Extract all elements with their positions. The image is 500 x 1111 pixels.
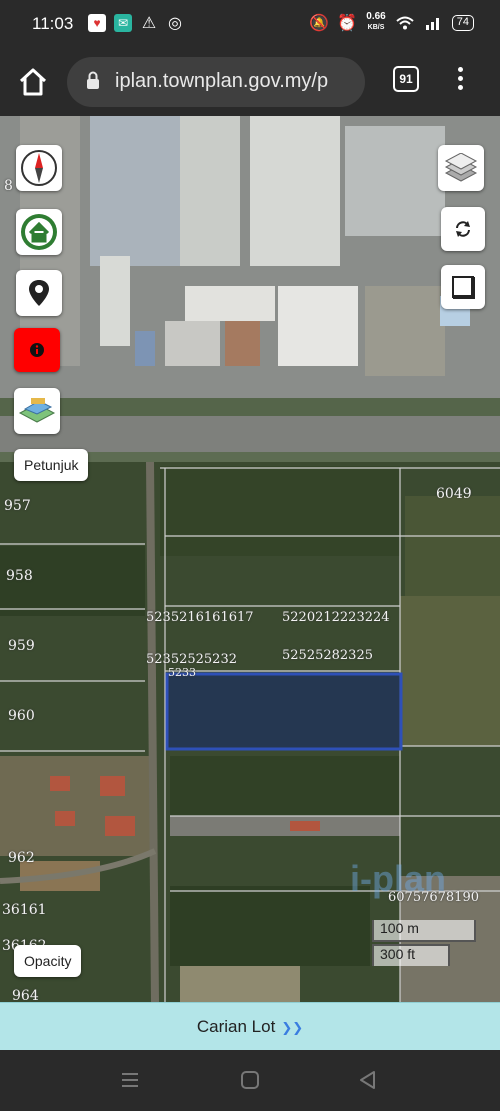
address-bar[interactable]: iplan.townplan.gov.my/p	[67, 57, 365, 107]
lot-label: 36161	[2, 902, 47, 918]
home-extent-button[interactable]	[16, 209, 62, 255]
lot-label: 5220212223224	[282, 610, 390, 625]
lot-label: 60757678190	[388, 890, 479, 905]
measure-button[interactable]	[14, 388, 60, 434]
info-button[interactable]	[14, 328, 60, 372]
lot-label: 5235216161617	[146, 610, 254, 625]
status-bar: 11:03 ♥ ✉ ⚠ ◎ 🔕 ⏰ 0.66 KB/S 74	[0, 0, 500, 50]
locate-button[interactable]	[16, 270, 62, 316]
scale-imperial: 300 ft	[372, 944, 450, 966]
lot-label: 959	[8, 638, 35, 654]
opacity-button[interactable]: Opacity	[14, 945, 82, 977]
tab-switcher-button[interactable]: 91	[393, 66, 419, 92]
url-text: iplan.townplan.gov.my/p	[115, 70, 329, 92]
notification-icons: ♥ ✉ ⚠ ◎	[88, 14, 184, 32]
layers-icon	[444, 153, 478, 182]
house-icon	[21, 214, 57, 250]
lot-label: 52352525232	[146, 652, 237, 667]
lot-label: 958	[6, 568, 33, 584]
info-icon	[30, 343, 44, 357]
network-speed: 0.66 KB/S	[366, 12, 385, 33]
lot-label: 964	[12, 988, 39, 1002]
scale-metric: 100 m	[372, 920, 476, 942]
chevron-down-icon: ❯❯	[281, 1020, 304, 1035]
lot-label: 6049	[436, 486, 472, 502]
refresh-button[interactable]	[441, 207, 485, 251]
compass-icon	[21, 150, 57, 186]
lot-label: 957	[4, 498, 31, 514]
ruler-button[interactable]	[441, 265, 485, 309]
lot-label: 962	[8, 850, 35, 866]
chat-notification-icon: ✉	[114, 14, 132, 32]
lot-label: 52525282325	[282, 648, 373, 663]
status-time: 11:03	[32, 14, 74, 33]
home-nav-icon[interactable]	[238, 1068, 262, 1092]
satellite-imagery: i-plan	[0, 116, 500, 1002]
recent-apps-icon[interactable]	[118, 1068, 142, 1092]
map-view[interactable]: i-plan 8 957 958 959 960 962 36161 36162…	[0, 116, 500, 1002]
lot-label: 5233	[168, 666, 196, 679]
ruler-icon	[452, 276, 475, 299]
whatsapp-icon: ◎	[168, 15, 182, 32]
overflow-menu-icon[interactable]	[452, 64, 468, 94]
home-icon[interactable]	[16, 65, 50, 99]
map-layers-icon	[18, 398, 56, 423]
lock-icon	[85, 71, 101, 89]
system-status: 🔕 ⏰ 0.66 KB/S 74	[309, 12, 474, 33]
signal-icon	[424, 14, 442, 32]
mute-icon: 🔕	[309, 14, 330, 32]
alarm-icon: ⏰	[337, 14, 358, 32]
app-notification-icon: ♥	[88, 14, 106, 32]
network-speed-value: 0.66	[366, 11, 386, 22]
compass-button[interactable]	[16, 145, 62, 191]
legend-button[interactable]: Petunjuk	[14, 449, 89, 481]
lot-label: 960	[8, 708, 35, 724]
layers-button[interactable]	[438, 145, 484, 191]
battery-indicator: 74	[451, 14, 474, 31]
network-speed-unit: KB/S	[367, 24, 385, 31]
warning-icon: ⚠	[141, 15, 157, 32]
lot-label: 8	[4, 178, 13, 194]
wifi-icon	[396, 14, 414, 32]
refresh-icon	[456, 221, 470, 237]
lot-search-bar[interactable]: Carian Lot ❯❯	[0, 1002, 500, 1050]
location-pin-icon	[29, 280, 49, 306]
scale-bar: 100 m 300 ft	[372, 920, 500, 966]
lot-search-label: Carian Lot	[196, 1017, 276, 1036]
back-icon[interactable]	[356, 1068, 380, 1092]
browser-toolbar: iplan.townplan.gov.my/p 91	[0, 50, 500, 116]
system-navigation-bar	[0, 1050, 500, 1111]
